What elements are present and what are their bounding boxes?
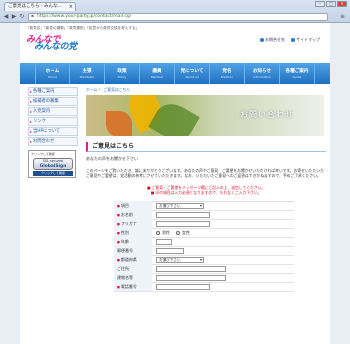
gender-female-radio[interactable] xyxy=(176,230,180,235)
window-controls: – □ × xyxy=(315,1,347,7)
lock-icon: ▪ xyxy=(31,14,35,19)
nav-item-information[interactable]: お知らせ Information xyxy=(245,63,280,84)
main-content: ホーム 〉 ご意見はこちら お問い合わせ ご意見はこちら あなたの声をお聞かせ下… xyxy=(86,87,326,292)
nav-item-manifesto[interactable]: 主張 Manifesto xyxy=(70,63,105,84)
field-label: お名前 xyxy=(114,210,152,220)
header-link-sitemap[interactable]: サイトマップ xyxy=(291,37,320,43)
header-links: お問合せ先 サイトマップ xyxy=(260,37,320,43)
leaf-image xyxy=(106,111,132,136)
field-label: ご住所 xyxy=(114,264,152,274)
forward-icon[interactable]: ▶ xyxy=(10,13,18,21)
field-label: フリガナ xyxy=(114,219,152,229)
sidebar-item-guide[interactable]: 各種ご案内 xyxy=(28,87,78,96)
tab-title: ご意見はこちら - みんな... xyxy=(8,4,62,9)
gender-male-radio[interactable] xyxy=(156,230,160,235)
field-label: 建物名等 xyxy=(114,273,152,283)
hero-banner: お問い合わせ xyxy=(86,95,324,136)
field-label: 電話番号 xyxy=(114,282,152,292)
contact-form: 項目 お選び下さい お名前 フリガナ 性別 男性 女性 xyxy=(114,200,294,292)
address-input[interactable] xyxy=(156,265,226,272)
header-catchphrase: 「新党名」「新党の選挙」「政党選択」「民意から政党交換を考えする」 xyxy=(26,26,140,30)
breadcrumb[interactable]: ホーム 〉 ご意見はこちら xyxy=(86,87,326,93)
ssl-seal[interactable]: クリックして確認 SSL secured GlobalSign クリックして確認 xyxy=(28,150,76,178)
furigana-input[interactable] xyxy=(156,220,210,227)
phone-input[interactable] xyxy=(156,283,210,290)
sidebar-item-candidates[interactable]: 候補者の募集 xyxy=(28,97,78,106)
bullet-icon xyxy=(291,38,295,42)
nav-item-election[interactable]: 党名 Election xyxy=(210,63,245,84)
nav-item-policy[interactable]: 政策 Policy xyxy=(105,63,140,84)
nav-item-about[interactable]: 党について About us xyxy=(175,63,210,84)
close-window-button[interactable]: × xyxy=(337,1,347,7)
sidebar-item-about-site[interactable]: 当HPについて xyxy=(28,127,78,136)
field-label: 年齢 xyxy=(114,237,152,247)
global-nav: ホーム Home 主張 Manifesto 政策 Policy 議員 Member 党に… xyxy=(20,63,330,84)
page-title: ご意見はこちら xyxy=(86,142,326,152)
browser-tab[interactable]: ご意見はこちら - みんな... × xyxy=(4,2,76,11)
maximize-button[interactable]: □ xyxy=(326,1,336,7)
form-notice: ■ ご意見・ご要望をメッセージ欄にご記入の上、送信してください。 ■ 印の項目は… xyxy=(146,184,266,195)
url-text: https://www.your-party.jp/contact/mail.c… xyxy=(37,14,131,19)
browser-toolbar: ◀ ▶ ↻ ▪ https://www.your-party.jp/contac… xyxy=(0,12,350,22)
name-input[interactable] xyxy=(156,211,210,218)
lead-text: あなたの声をお聞かせ下さい xyxy=(86,156,138,161)
nav-item-guide[interactable]: 各種ご案内 Guide xyxy=(280,63,315,84)
postal-code-input[interactable] xyxy=(156,247,184,254)
browser-chrome: ご意見はこちら - みんな... × – □ × ◀ ▶ ↻ ▪ https:/… xyxy=(0,0,350,23)
sidebar-item-links[interactable]: リンク xyxy=(28,117,78,126)
header-link-contact[interactable]: お問合せ先 xyxy=(260,37,285,43)
field-label: 性別 xyxy=(114,228,152,238)
reload-icon[interactable]: ↻ xyxy=(18,13,26,21)
wrench-icon[interactable]: ≡ xyxy=(340,13,345,20)
logo-text-bottom: みんなの党 xyxy=(34,42,77,52)
nav-item-member[interactable]: 議員 Member xyxy=(140,63,175,84)
field-label: 項目 xyxy=(114,201,152,211)
form-row: 電話番号 xyxy=(114,282,294,292)
site-container: 「新党名」「新党の選挙」「政党選択」「民意から政党交換を考えする」 みんなで み… xyxy=(20,23,330,344)
bullet-icon xyxy=(260,38,264,42)
age-input[interactable] xyxy=(156,238,172,245)
site-logo[interactable]: みんなで みんなの党 xyxy=(26,32,96,52)
sidebar-item-join[interactable]: 入党案内 xyxy=(28,107,78,116)
sidebar-item-contact[interactable]: お問合わせ xyxy=(28,137,78,146)
sidebar: 各種ご案内 候補者の募集 入党案内 リンク 当HPについて お問合わせ クリック… xyxy=(28,87,78,178)
building-input[interactable] xyxy=(156,274,226,281)
ssl-seal-bottom-text: クリックして確認 xyxy=(33,171,73,176)
intro-paragraph: このページをご覧いただき、誠にありがとうございます。あなたの声やご意見、ご要望を… xyxy=(86,168,324,179)
prefecture-select[interactable]: お選び下さい xyxy=(156,256,204,263)
hero-title: お問い合わせ xyxy=(240,110,294,119)
field-label: 郵便番号 xyxy=(114,246,152,256)
tab-close-icon[interactable]: × xyxy=(69,3,73,11)
nav-item-home[interactable]: ホーム Home xyxy=(35,63,70,84)
minimize-button[interactable]: – xyxy=(315,1,325,7)
subject-select[interactable]: お選び下さい xyxy=(156,202,204,209)
ssl-seal-top-text: クリックして確認 xyxy=(31,152,55,156)
back-icon[interactable]: ◀ xyxy=(2,13,10,21)
address-bar[interactable]: ▪ https://www.your-party.jp/contact/mail… xyxy=(28,13,328,21)
ssl-seal-mark: SSL secured GlobalSign xyxy=(33,158,73,170)
field-label: 都道府県 xyxy=(114,255,152,265)
page-viewport: 「新党名」「新党の選挙」「政党選択」「民意から政党交換を考えする」 みんなで み… xyxy=(0,23,350,344)
